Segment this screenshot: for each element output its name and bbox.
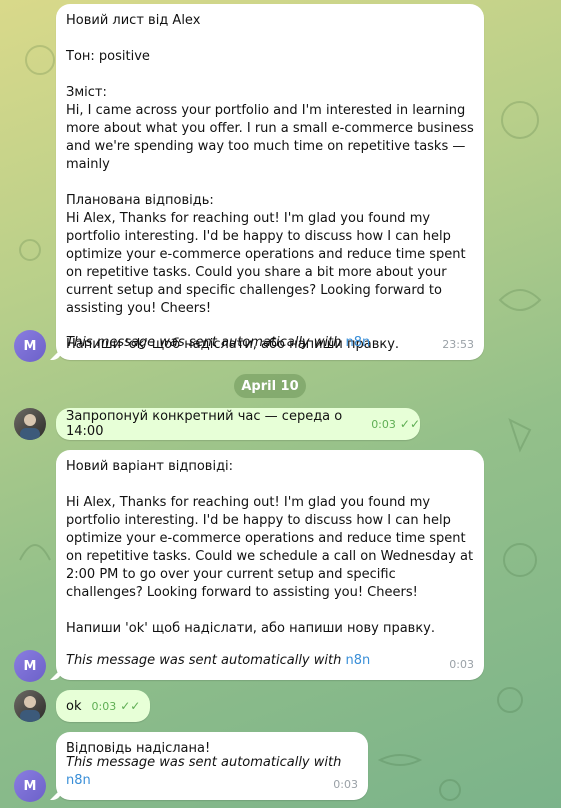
message-time: 0:03 bbox=[91, 699, 117, 713]
incoming-message-3: Відповідь надіслана! This message was se… bbox=[56, 732, 368, 800]
user-photo-icon bbox=[20, 414, 40, 440]
avatar-letter: M bbox=[23, 778, 37, 794]
outgoing-message-1: Запропонуй конкретний час — середа о 14:… bbox=[56, 408, 420, 440]
auto-footer: This message was sent automatically with… bbox=[66, 652, 370, 670]
message-time: 0:03 bbox=[371, 417, 396, 431]
message-time: 0:03 bbox=[333, 778, 358, 791]
bot-avatar[interactable]: M bbox=[14, 650, 46, 682]
user-photo-icon bbox=[20, 696, 40, 722]
bot-avatar[interactable]: M bbox=[14, 330, 46, 362]
n8n-link[interactable]: n8n bbox=[66, 773, 91, 788]
date-separator: April 10 bbox=[234, 374, 306, 398]
message-text: Новий варіант відповіді: Hi Alex, Thanks… bbox=[66, 459, 474, 636]
bot-avatar[interactable]: M bbox=[14, 770, 46, 802]
auto-footer: This message was sent automatically with… bbox=[66, 754, 368, 790]
footer-text: This message was sent automatically with bbox=[66, 335, 346, 350]
n8n-link[interactable]: n8n bbox=[345, 653, 370, 668]
date-label: April 10 bbox=[241, 378, 299, 394]
footer-text: This message was sent automatically with bbox=[66, 653, 346, 668]
avatar-letter: M bbox=[23, 658, 37, 674]
incoming-message-1: Новий лист від Alex Тон: positive Зміст:… bbox=[56, 4, 484, 360]
user-avatar[interactable] bbox=[14, 408, 46, 440]
double-check-icon: ✓✓ bbox=[399, 417, 420, 431]
message-text: Новий лист від Alex Тон: positive Зміст:… bbox=[66, 13, 474, 352]
message-time: 23:53 bbox=[442, 338, 474, 351]
incoming-message-2: Новий варіант відповіді: Hi Alex, Thanks… bbox=[56, 450, 484, 680]
n8n-link[interactable]: n8n bbox=[345, 335, 370, 350]
user-avatar[interactable] bbox=[14, 690, 46, 722]
message-text: ok bbox=[66, 698, 82, 714]
double-check-icon: ✓✓ bbox=[120, 699, 141, 713]
message-text: Запропонуй конкретний час — середа о 14:… bbox=[66, 409, 343, 439]
avatar-letter: M bbox=[23, 338, 37, 354]
footer-text: This message was sent automatically with bbox=[66, 755, 342, 770]
auto-footer: This message was sent automatically with… bbox=[66, 334, 370, 352]
outgoing-message-2: ok 0:03 ✓✓ bbox=[56, 690, 150, 722]
message-time: 0:03 bbox=[449, 658, 474, 671]
